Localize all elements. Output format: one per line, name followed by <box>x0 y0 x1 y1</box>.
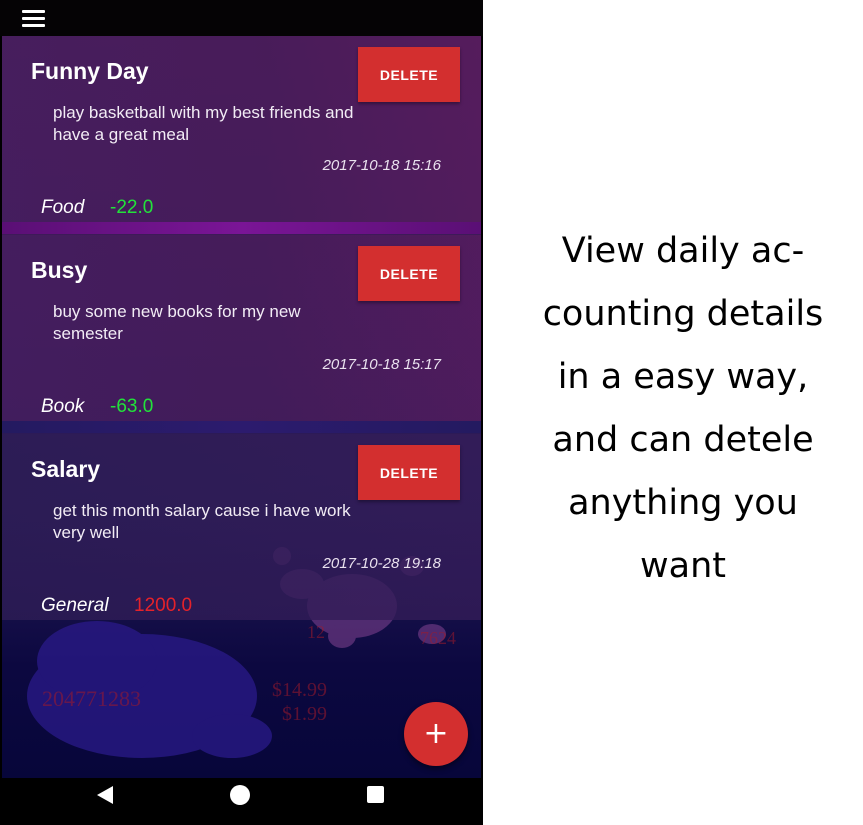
back-triangle-icon[interactable] <box>97 786 113 804</box>
record-category: Book <box>41 396 85 417</box>
record-card: Busy DELETE buy some new books for my ne… <box>2 235 481 421</box>
delete-button[interactable]: DELETE <box>358 246 460 301</box>
bg-number: 12 <box>307 622 325 642</box>
home-circle-icon[interactable] <box>230 785 250 805</box>
record-title: Funny Day <box>31 58 149 84</box>
record-amount: -63.0 <box>110 396 154 417</box>
record-timestamp: 2017-10-18 15:16 <box>322 157 441 174</box>
record-card: Funny Day DELETE play basketball with my… <box>2 36 481 222</box>
record-category: Food <box>41 197 85 218</box>
recents-square-icon[interactable] <box>367 786 384 803</box>
plus-icon: + <box>423 716 449 751</box>
caption-line: anything you <box>568 483 798 523</box>
caption-line: and can detele <box>552 420 814 460</box>
record-category: General <box>41 595 109 616</box>
phone-screenshot: 12 7624 204771283 $14.99 $1.99 Funny Day… <box>0 0 483 825</box>
card-divider <box>2 222 481 234</box>
top-bar <box>0 0 483 36</box>
record-amount: 1200.0 <box>134 595 193 616</box>
bg-number: 204771283 <box>42 686 141 711</box>
delete-button[interactable]: DELETE <box>358 47 460 102</box>
bg-number: 7624 <box>420 628 456 648</box>
caption-line: View daily ac- <box>561 231 805 271</box>
android-navigation-bar <box>0 778 483 825</box>
record-description: buy some new books for my new semester <box>53 302 301 343</box>
bg-number: $14.99 <box>272 679 327 701</box>
feature-caption: View daily ac- counting details in a eas… <box>503 220 863 598</box>
record-timestamp: 2017-10-18 15:17 <box>322 356 441 373</box>
record-list[interactable]: 12 7624 204771283 $14.99 $1.99 Funny Day… <box>2 36 481 778</box>
record-title: Salary <box>31 456 101 482</box>
hamburger-menu-icon[interactable] <box>22 10 46 28</box>
bg-number: $1.99 <box>282 703 327 725</box>
add-record-button[interactable]: + <box>404 702 468 766</box>
record-description: play basketball with my best friends and… <box>53 103 354 144</box>
record-title: Busy <box>31 257 88 283</box>
delete-button[interactable]: DELETE <box>358 445 460 500</box>
record-timestamp: 2017-10-28 19:18 <box>322 555 441 572</box>
caption-line: want <box>640 546 726 586</box>
record-amount: -22.0 <box>110 197 154 218</box>
record-description: get this month salary cause i have work … <box>53 501 351 542</box>
caption-line: counting details <box>542 294 824 334</box>
record-card: Salary DELETE get this month salary caus… <box>2 434 481 620</box>
caption-line: in a easy way, <box>557 357 809 397</box>
card-divider <box>2 421 481 433</box>
